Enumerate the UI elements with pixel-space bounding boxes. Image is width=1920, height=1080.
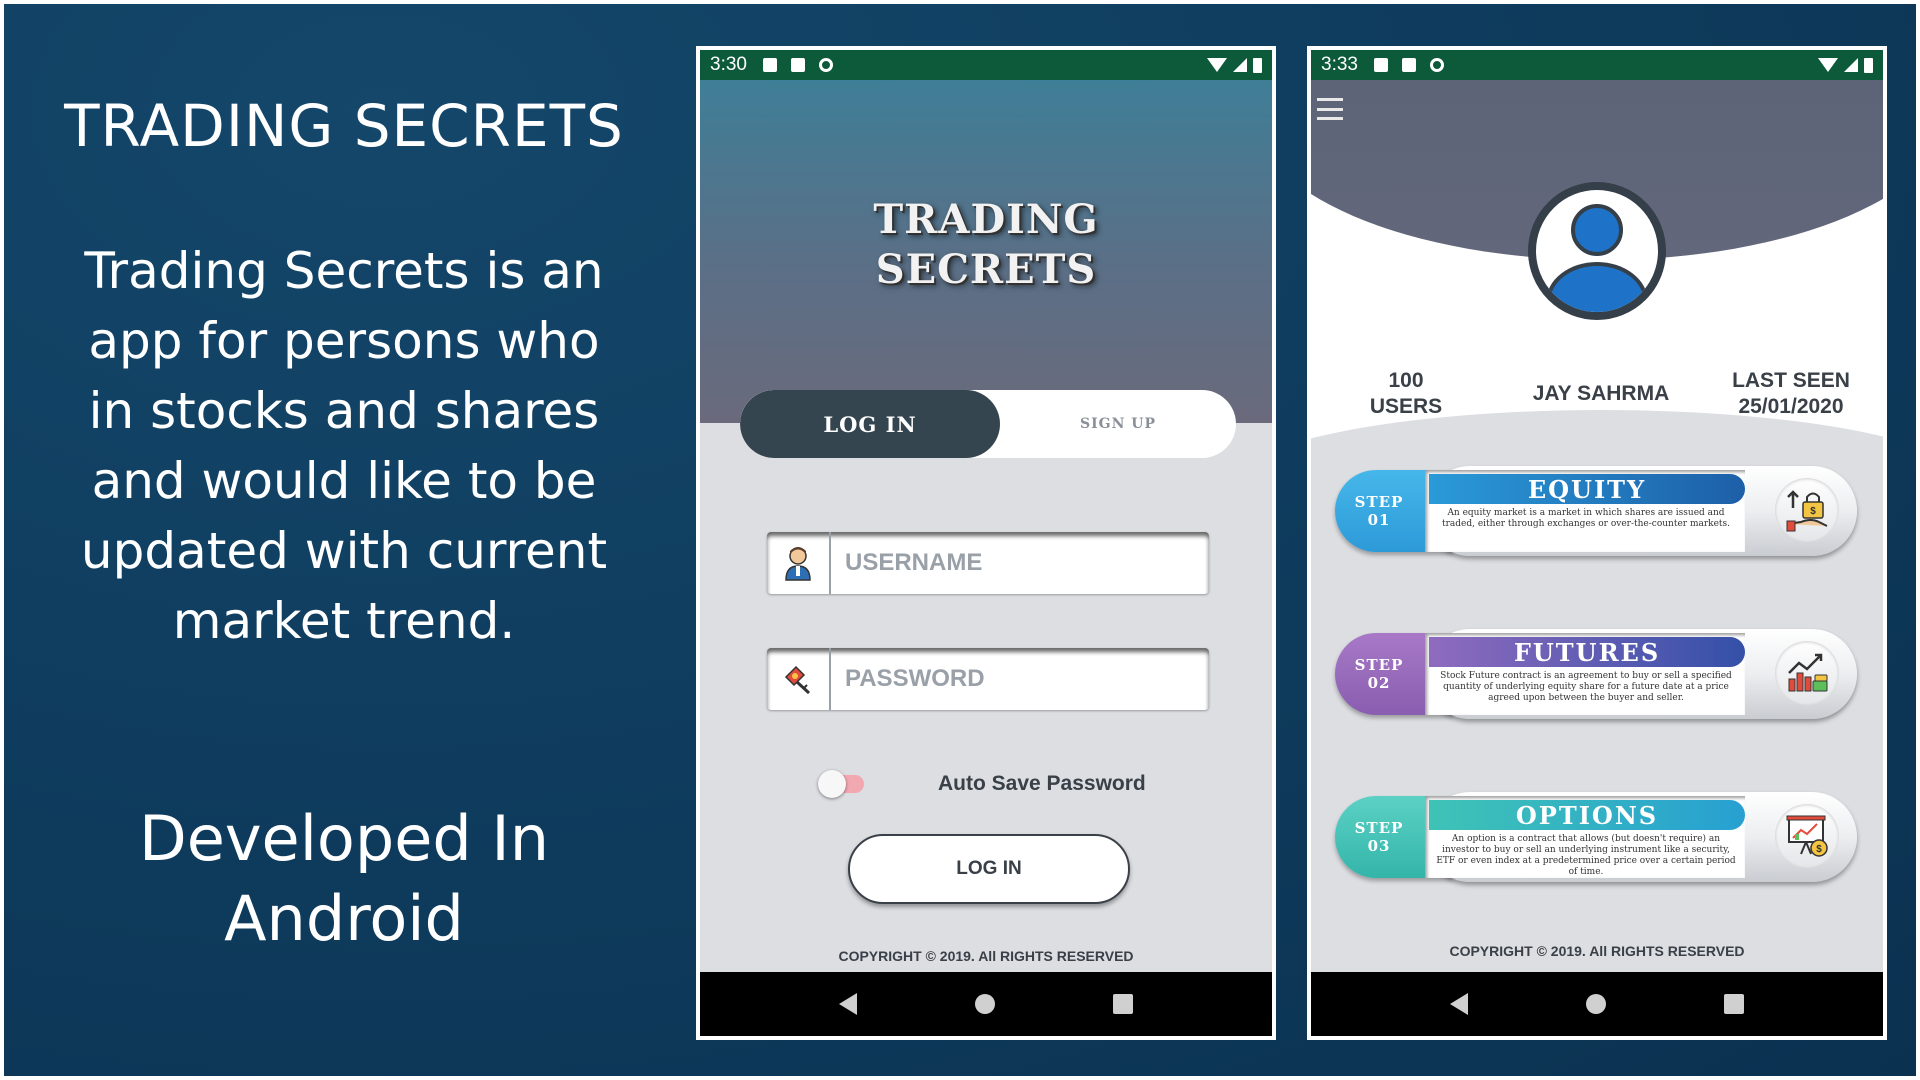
key-icon <box>767 648 831 710</box>
step-card-equity[interactable]: STEP 01 EQUITY An equity market is a mar… <box>1335 466 1857 556</box>
username-input[interactable] <box>831 532 1209 594</box>
avatar-icon[interactable] <box>1528 182 1666 320</box>
password-field <box>767 648 1209 710</box>
back-icon[interactable] <box>839 993 857 1015</box>
sd-card-icon <box>790 58 805 72</box>
tab-signup[interactable]: SIGN UP <box>1000 390 1236 458</box>
password-input[interactable] <box>831 648 1209 710</box>
step-card-options[interactable]: STEP 03 OPTIONS An option is a contract … <box>1335 792 1857 882</box>
sync-icon <box>1429 58 1444 72</box>
login-header: TRADING SECRETS <box>700 80 1272 423</box>
login-button[interactable]: LOG IN <box>848 834 1130 904</box>
promo-canvas: TRADING SECRETS Trading Secrets is an ap… <box>4 4 1916 1076</box>
status-bar: 3:30 <box>700 50 1272 80</box>
app-logo: TRADING SECRETS <box>700 195 1272 295</box>
step-title: OPTIONS <box>1429 800 1745 830</box>
toggle-knob <box>818 770 846 798</box>
step-title: FUTURES <box>1429 637 1745 667</box>
growth-chart-icon <box>1775 641 1839 705</box>
signal-icon <box>1844 58 1858 72</box>
last-seen-stat: LAST SEEN 25/01/2020 <box>1716 368 1866 420</box>
users-stat: 100 USERS <box>1351 368 1461 420</box>
home-icon[interactable] <box>1586 994 1606 1014</box>
presentation-chart-icon: $ <box>1775 804 1839 868</box>
status-time: 3:30 <box>710 54 747 75</box>
copyright-text: COPYRIGHT © 2019. All RIGHTS RESERVED <box>1449 943 1745 959</box>
recent-apps-icon[interactable] <box>1724 994 1744 1014</box>
promo-description: Trading Secrets is an app for persons wh… <box>80 242 608 650</box>
last-seen-label: LAST SEEN <box>1732 369 1850 392</box>
recent-apps-icon[interactable] <box>1113 994 1133 1014</box>
last-seen-date: 25/01/2020 <box>1738 395 1844 418</box>
lock-money-hand-icon: $ <box>1775 478 1839 542</box>
svg-text:$: $ <box>1810 506 1816 517</box>
user-icon <box>767 532 831 594</box>
auto-save-toggle[interactable] <box>818 770 864 798</box>
user-name: JAY SAHRMA <box>1532 382 1670 405</box>
wifi-icon <box>1818 58 1838 72</box>
username-field <box>767 532 1209 594</box>
dashboard-phone: 3:33 100 USERS JAY SAHRMA LAST SEEN 25/0… <box>1307 46 1887 1040</box>
login-phone: 3:30 TRADING SECRETS LOG IN SIGN UP USER… <box>696 46 1276 1040</box>
logo-line-2: SECRETS <box>875 246 1097 293</box>
step-description: An equity market is a market in which sh… <box>1441 508 1731 529</box>
step-number: 02 <box>1367 674 1391 692</box>
sd-card-icon <box>1401 58 1416 72</box>
logo-line-1: TRADING <box>873 196 1099 243</box>
step-description: An option is a contract that allows (but… <box>1436 834 1736 877</box>
status-time: 3:33 <box>1321 54 1358 75</box>
sync-icon <box>818 58 833 72</box>
auto-save-row: Auto Save Password <box>818 768 1200 800</box>
step-number: 01 <box>1367 511 1391 529</box>
step-label: STEP <box>1354 493 1404 511</box>
copyright-text: COPYRIGHT © 2019. All RIGHTS RESERVED <box>838 948 1134 964</box>
home-icon[interactable] <box>975 994 995 1014</box>
battery-icon <box>1864 57 1873 73</box>
auth-tabs: LOG IN SIGN UP <box>740 390 1236 458</box>
users-count: 100 <box>1388 369 1424 392</box>
users-label: USERS <box>1369 395 1443 418</box>
status-bar: 3:33 <box>1311 50 1883 80</box>
promo-title: TRADING SECRETS <box>64 92 624 160</box>
promo-developed: Developed In Android <box>138 802 550 955</box>
tab-login[interactable]: LOG IN <box>740 390 1000 458</box>
signal-icon <box>1233 58 1247 72</box>
android-nav-bar <box>700 972 1272 1036</box>
step-label: STEP <box>1354 819 1404 837</box>
battery-icon <box>1253 57 1262 73</box>
wifi-icon <box>1207 58 1227 72</box>
auto-save-label: Auto Save Password <box>938 772 1146 795</box>
step-description: Stock Future contract is an agreement to… <box>1440 671 1732 703</box>
step-number: 03 <box>1367 837 1391 855</box>
step-label: STEP <box>1354 656 1404 674</box>
notification-a-icon <box>1373 58 1388 72</box>
hamburger-menu-icon[interactable] <box>1317 98 1343 120</box>
android-nav-bar <box>1311 972 1883 1036</box>
back-icon[interactable] <box>1450 993 1468 1015</box>
step-title: EQUITY <box>1429 474 1745 504</box>
svg-text:$: $ <box>1816 844 1822 855</box>
notification-a-icon <box>762 58 777 72</box>
step-card-futures[interactable]: STEP 02 FUTURES Stock Future contract is… <box>1335 629 1857 719</box>
